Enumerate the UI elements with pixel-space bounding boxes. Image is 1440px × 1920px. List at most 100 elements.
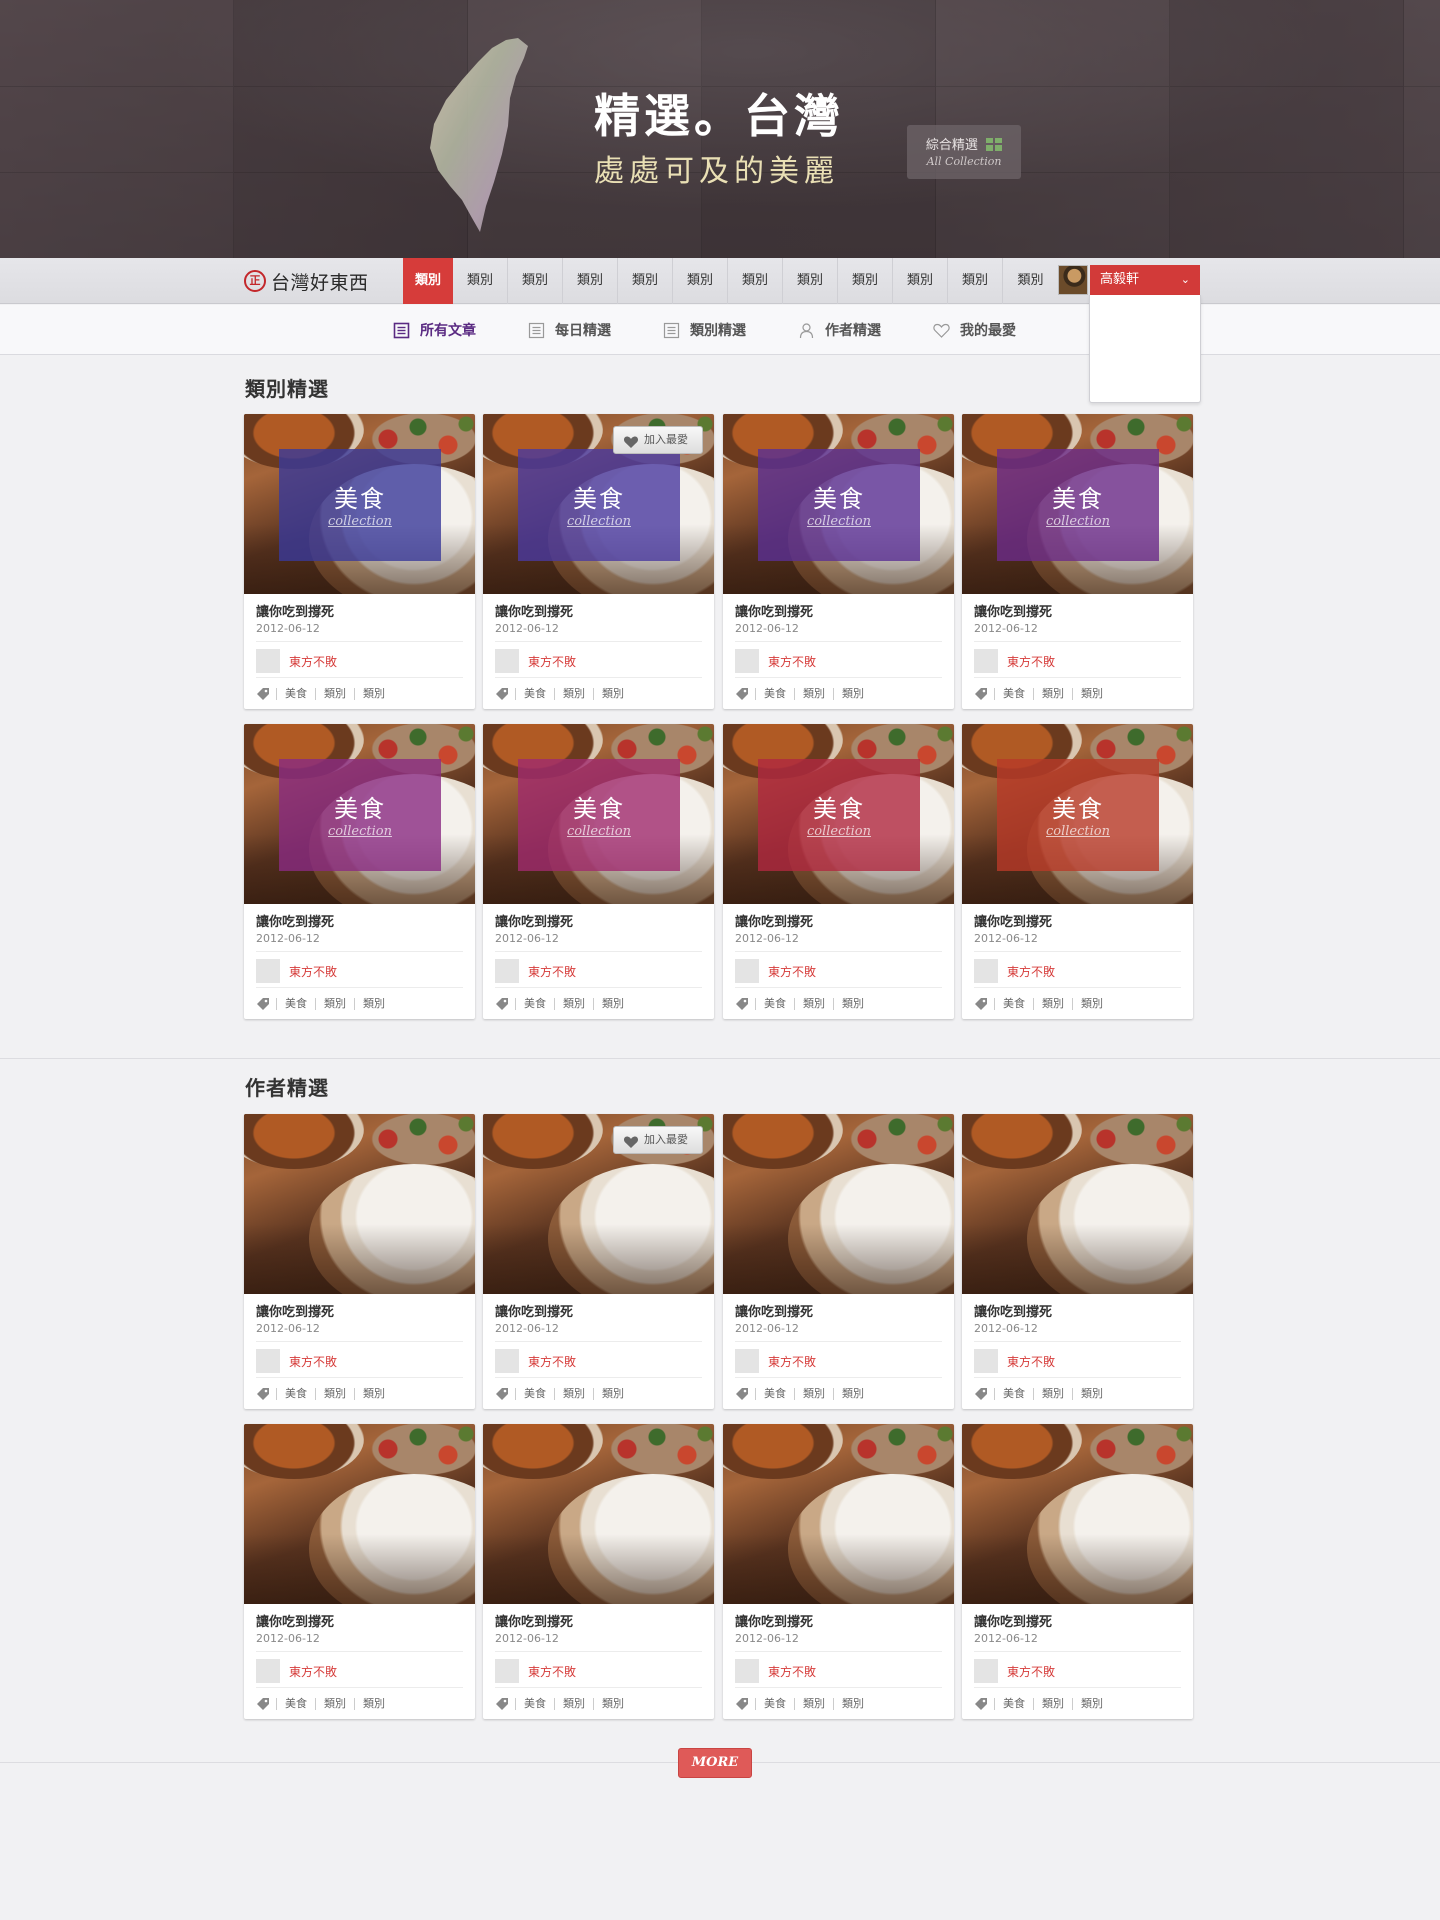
tag[interactable]: 類別	[593, 998, 632, 1010]
article-card[interactable]: 美食 collection 讓你吃到撐死 2012-06-12 東方不敗 美食 類別 類別	[483, 724, 714, 1019]
card-title[interactable]: 讓你吃到撐死	[256, 1301, 334, 1320]
card-image[interactable]: 美食 collection	[244, 414, 475, 594]
collection-overlay[interactable]: 美食 collection	[518, 449, 680, 561]
card-title[interactable]: 讓你吃到撐死	[495, 601, 573, 620]
nav-item-category[interactable]: 類別	[783, 258, 838, 304]
user-dropdown-menu[interactable]	[1089, 295, 1201, 403]
tag[interactable]: 美食	[994, 998, 1033, 1010]
tag[interactable]: 類別	[833, 688, 872, 700]
tag[interactable]: 美食	[755, 998, 794, 1010]
nav-item-category[interactable]: 類別	[893, 258, 948, 304]
site-logo[interactable]: 正 台灣好東西	[244, 269, 369, 294]
card-image[interactable]: 美食 collection 加入最愛	[483, 414, 714, 594]
tag[interactable]: 類別	[1033, 998, 1072, 1010]
nav-item-category[interactable]: 類別	[453, 258, 508, 304]
article-card[interactable]: 美食 collection 讓你吃到撐死 2012-06-12 東方不敗 美食 類別 類別	[723, 724, 954, 1019]
card-title[interactable]: 讓你吃到撐死	[735, 1611, 813, 1630]
card-title[interactable]: 讓你吃到撐死	[974, 601, 1052, 620]
nav-item-category[interactable]: 類別	[618, 258, 673, 304]
tag[interactable]: 類別	[554, 1698, 593, 1710]
author-avatar[interactable]	[974, 959, 998, 983]
tag[interactable]: 美食	[515, 998, 554, 1010]
tag[interactable]: 類別	[833, 1698, 872, 1710]
card-title[interactable]: 讓你吃到撐死	[495, 1611, 573, 1630]
author-name[interactable]: 東方不敗	[1007, 963, 1055, 980]
author-avatar[interactable]	[256, 649, 280, 673]
tag[interactable]: 美食	[276, 1698, 315, 1710]
nav-item-category[interactable]: 類別	[403, 258, 453, 304]
add-favorite-button[interactable]: 加入最愛	[613, 426, 703, 454]
card-image[interactable]	[723, 1424, 954, 1604]
article-card[interactable]: 讓你吃到撐死 2012-06-12 東方不敗 美食 類別 類別	[244, 1424, 475, 1719]
article-card[interactable]: 美食 collection 加入最愛 讓你吃到撐死 2012-06-12 東方不敗 美食 類別…	[483, 414, 714, 709]
author-name[interactable]: 東方不敗	[528, 963, 576, 980]
author-avatar[interactable]	[495, 959, 519, 983]
tag[interactable]: 美食	[755, 1388, 794, 1400]
tag[interactable]: 美食	[515, 1388, 554, 1400]
collection-overlay[interactable]: 美食 collection	[997, 449, 1159, 561]
tag[interactable]: 類別	[1033, 1388, 1072, 1400]
collection-overlay[interactable]: 美食 collection	[279, 759, 441, 871]
card-image[interactable]	[723, 1114, 954, 1294]
card-title[interactable]: 讓你吃到撐死	[974, 1611, 1052, 1630]
nav-item-category[interactable]: 類別	[508, 258, 563, 304]
card-image[interactable]: 加入最愛	[483, 1114, 714, 1294]
nav-item-category[interactable]: 類別	[728, 258, 783, 304]
tag[interactable]: 美食	[755, 1698, 794, 1710]
subnav-item[interactable]: 我的最愛	[933, 305, 1016, 355]
author-name[interactable]: 東方不敗	[289, 653, 337, 670]
card-title[interactable]: 讓你吃到撐死	[735, 601, 813, 620]
subnav-item[interactable]: 所有文章	[393, 305, 476, 355]
card-image[interactable]: 美食 collection	[723, 724, 954, 904]
author-avatar[interactable]	[495, 1349, 519, 1373]
collection-overlay[interactable]: 美食 collection	[279, 449, 441, 561]
tag[interactable]: 類別	[1072, 998, 1111, 1010]
article-card[interactable]: 美食 collection 讓你吃到撐死 2012-06-12 東方不敗 美食 類別 類別	[962, 724, 1193, 1019]
card-image[interactable]	[244, 1114, 475, 1294]
nav-item-category[interactable]: 類別	[563, 258, 618, 304]
article-card[interactable]: 讓你吃到撐死 2012-06-12 東方不敗 美食 類別 類別	[962, 1114, 1193, 1409]
tag[interactable]: 類別	[315, 998, 354, 1010]
tag[interactable]: 類別	[354, 1698, 393, 1710]
author-avatar[interactable]	[256, 1659, 280, 1683]
author-avatar[interactable]	[974, 649, 998, 673]
tag[interactable]: 美食	[994, 688, 1033, 700]
tag[interactable]: 美食	[276, 688, 315, 700]
tag[interactable]: 類別	[315, 688, 354, 700]
tag[interactable]: 類別	[1072, 1698, 1111, 1710]
card-title[interactable]: 讓你吃到撐死	[735, 911, 813, 930]
tag[interactable]: 類別	[354, 688, 393, 700]
all-collection-button[interactable]: 綜合精選 All Collection	[907, 125, 1021, 179]
author-name[interactable]: 東方不敗	[768, 1353, 816, 1370]
author-name[interactable]: 東方不敗	[1007, 1663, 1055, 1680]
tag[interactable]: 類別	[315, 1698, 354, 1710]
card-image[interactable]: 美食 collection	[962, 724, 1193, 904]
tag[interactable]: 類別	[794, 1698, 833, 1710]
tag[interactable]: 類別	[315, 1388, 354, 1400]
tag[interactable]: 類別	[354, 1388, 393, 1400]
tag[interactable]: 類別	[794, 1388, 833, 1400]
tag[interactable]: 類別	[593, 1388, 632, 1400]
card-title[interactable]: 讓你吃到撐死	[256, 1611, 334, 1630]
add-favorite-button[interactable]: 加入最愛	[613, 1126, 703, 1154]
nav-item-category[interactable]: 類別	[673, 258, 728, 304]
author-name[interactable]: 東方不敗	[289, 1663, 337, 1680]
author-avatar[interactable]	[256, 1349, 280, 1373]
tag[interactable]: 類別	[794, 998, 833, 1010]
author-name[interactable]: 東方不敗	[768, 1663, 816, 1680]
article-card[interactable]: 加入最愛 讓你吃到撐死 2012-06-12 東方不敗 美食 類別 類別	[483, 1114, 714, 1409]
article-card[interactable]: 讓你吃到撐死 2012-06-12 東方不敗 美食 類別 類別	[723, 1424, 954, 1719]
card-title[interactable]: 讓你吃到撐死	[974, 1301, 1052, 1320]
author-avatar[interactable]	[256, 959, 280, 983]
author-name[interactable]: 東方不敗	[1007, 1353, 1055, 1370]
card-image[interactable]: 美食 collection	[244, 724, 475, 904]
author-avatar[interactable]	[735, 959, 759, 983]
tag[interactable]: 美食	[994, 1388, 1033, 1400]
card-image[interactable]: 美食 collection	[483, 724, 714, 904]
tag[interactable]: 美食	[276, 1388, 315, 1400]
card-title[interactable]: 讓你吃到撐死	[495, 1301, 573, 1320]
article-card[interactable]: 讓你吃到撐死 2012-06-12 東方不敗 美食 類別 類別	[723, 1114, 954, 1409]
article-card[interactable]: 美食 collection 讓你吃到撐死 2012-06-12 東方不敗 美食 類別 類別	[723, 414, 954, 709]
card-image[interactable]	[962, 1424, 1193, 1604]
tag[interactable]: 美食	[515, 688, 554, 700]
